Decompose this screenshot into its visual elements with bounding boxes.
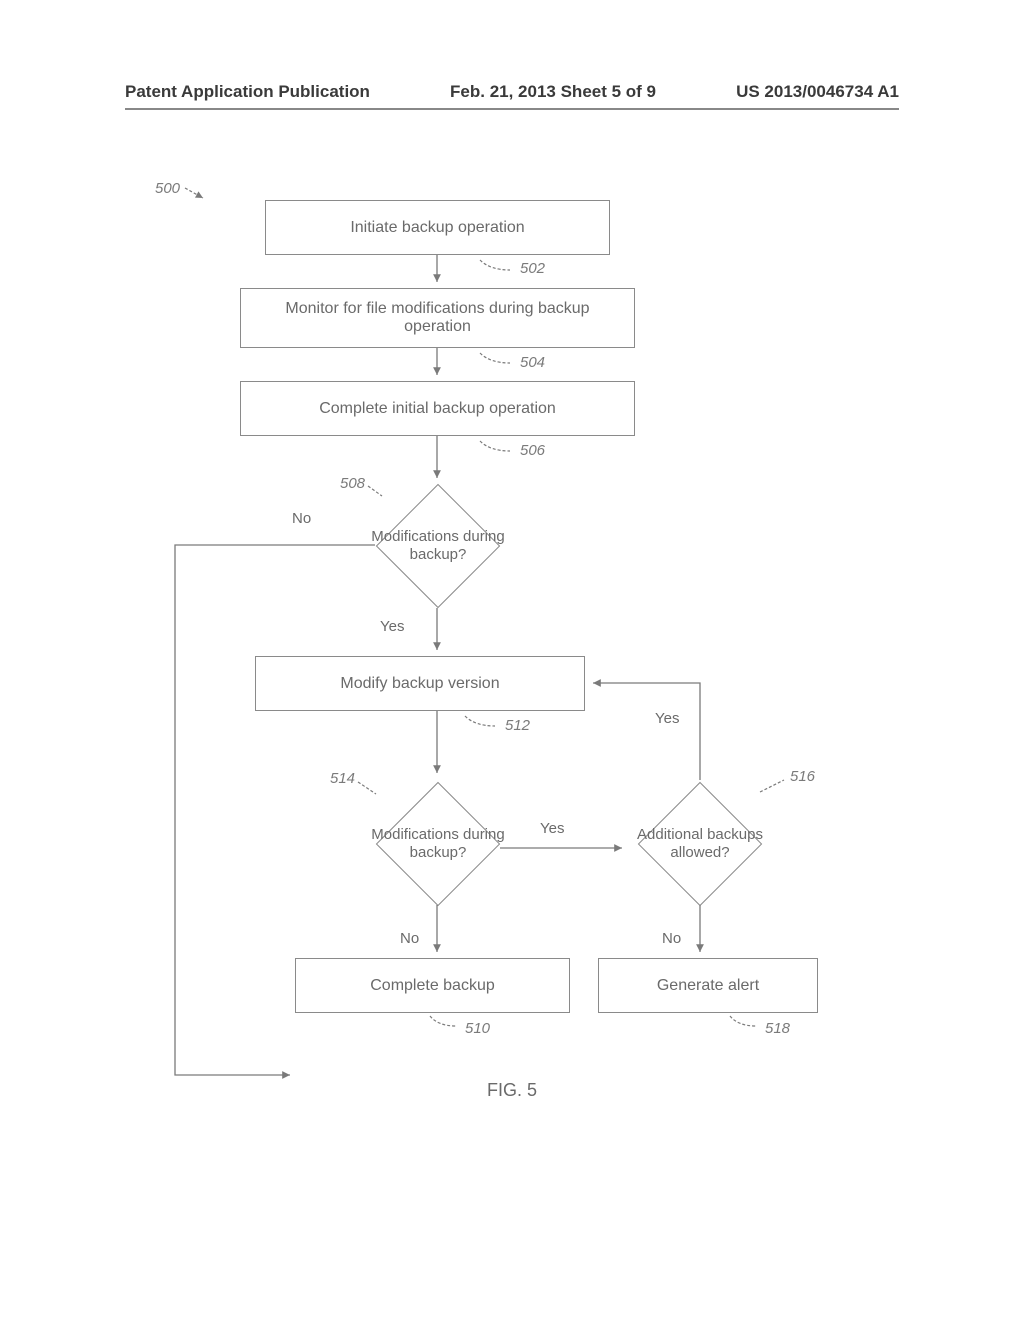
box-complete-backup: Complete backup: [295, 958, 570, 1013]
ref-518: 518: [765, 1020, 790, 1037]
box-506-text: Complete initial backup operation: [319, 400, 556, 418]
box-518-text: Generate alert: [657, 977, 759, 995]
leader-arrow-500: [185, 184, 215, 204]
arrow-504-506: [432, 348, 442, 383]
ref-506: 506: [520, 442, 545, 459]
ref-500: 500: [155, 180, 180, 197]
arrow-506-508: [432, 436, 442, 486]
ref-502: 502: [520, 260, 545, 277]
box-512-text: Modify backup version: [340, 675, 499, 693]
label-508-yes: Yes: [380, 618, 404, 635]
box-initiate-backup: Initiate backup operation: [265, 200, 610, 255]
box-504-text: Monitor for file modifications during ba…: [251, 300, 624, 336]
ref-516: 516: [790, 768, 815, 785]
ref-512: 512: [505, 717, 530, 734]
header-left: Patent Application Publication: [125, 82, 370, 102]
ref-508: 508: [340, 475, 365, 492]
box-generate-alert: Generate alert: [598, 958, 818, 1013]
ref-510: 510: [465, 1020, 490, 1037]
header-right: US 2013/0046734 A1: [736, 82, 899, 102]
ref-514: 514: [330, 770, 355, 787]
ref-504: 504: [520, 354, 545, 371]
page-header: Patent Application Publication Feb. 21, …: [0, 82, 1024, 102]
arrow-516-yes-512: [585, 683, 715, 793]
diamond-508-text: Modifications during backup?: [368, 486, 508, 606]
header-center: Feb. 21, 2013 Sheet 5 of 9: [450, 82, 656, 102]
arrow-508-no-510: [175, 545, 395, 1105]
box-monitor-modifications: Monitor for file modifications during ba…: [240, 288, 635, 348]
flowchart-canvas: 500 Initiate backup operation 502 Monito…: [0, 140, 1024, 1240]
label-514-yes: Yes: [540, 820, 564, 837]
header-rule: [125, 108, 899, 110]
arrow-514-510: [432, 905, 442, 960]
arrow-502-504: [432, 255, 442, 290]
box-502-text: Initiate backup operation: [350, 219, 524, 237]
arrow-512-514: [432, 711, 442, 781]
arrow-508-512: [432, 608, 442, 658]
box-510-text: Complete backup: [370, 977, 495, 995]
box-complete-initial-backup: Complete initial backup operation: [240, 381, 635, 436]
diamond-514-text: Modifications during backup?: [368, 784, 508, 904]
figure-label: FIG. 5: [0, 1080, 1024, 1101]
label-516-no: No: [662, 930, 681, 947]
arrow-516-518: [695, 905, 705, 960]
box-modify-backup-version: Modify backup version: [255, 656, 585, 711]
label-514-no: No: [400, 930, 419, 947]
arrow-514-516: [500, 843, 635, 853]
label-508-no: No: [292, 510, 311, 527]
label-516-yes: Yes: [655, 710, 679, 727]
diamond-516-text: Additional backups allowed?: [630, 784, 770, 904]
